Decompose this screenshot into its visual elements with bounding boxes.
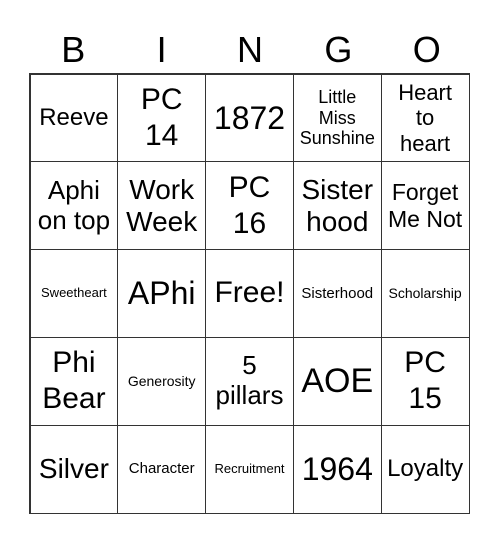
bingo-cell[interactable]: AOE (292, 336, 382, 426)
bingo-cell[interactable]: Reeve (29, 73, 119, 163)
header-letter: N (236, 29, 263, 70)
bingo-cell[interactable]: Recruitment (205, 424, 294, 514)
header-letter: I (156, 29, 167, 70)
bingo-cell[interactable]: Sister hood (292, 161, 382, 251)
bingo-cell[interactable]: PC 14 (117, 73, 207, 163)
bingo-cell[interactable]: Work Week (117, 161, 207, 251)
bingo-cell[interactable]: Forget Me Not (380, 161, 470, 251)
bingo-cell[interactable]: Aphi on top (29, 161, 119, 251)
free-space[interactable]: Free! (205, 249, 294, 338)
bingo-cell[interactable]: PC 15 (380, 336, 470, 426)
bingo-cell[interactable]: PC 16 (205, 161, 294, 251)
bingo-cell[interactable]: Loyalty (380, 424, 470, 514)
header-letter: G (324, 29, 353, 70)
bingo-cell[interactable]: 1964 (292, 424, 382, 514)
bingo-cell[interactable]: Generosity (117, 336, 207, 426)
bingo-cell[interactable]: Silver (29, 424, 119, 514)
header-letter: O (412, 29, 441, 70)
bingo-cell[interactable]: Phi Bear (29, 336, 119, 426)
bingo-header: B I N G O (29, 28, 471, 72)
bingo-cell[interactable]: 5 pillars (205, 336, 294, 426)
bingo-cell[interactable]: Heart to heart (380, 73, 470, 163)
bingo-grid: Reeve PC 14 1872 Little Miss Sunshine He… (29, 73, 470, 514)
bingo-cell[interactable]: Sisterhood (292, 249, 382, 338)
bingo-cell[interactable]: APhi (117, 249, 207, 338)
header-letter: B (61, 29, 86, 70)
bingo-cell[interactable]: Sweetheart (29, 249, 119, 338)
bingo-cell[interactable]: 1872 (205, 73, 294, 163)
bingo-cell[interactable]: Scholarship (380, 249, 470, 338)
bingo-cell[interactable]: Character (117, 424, 207, 514)
bingo-cell[interactable]: Little Miss Sunshine (292, 73, 382, 163)
